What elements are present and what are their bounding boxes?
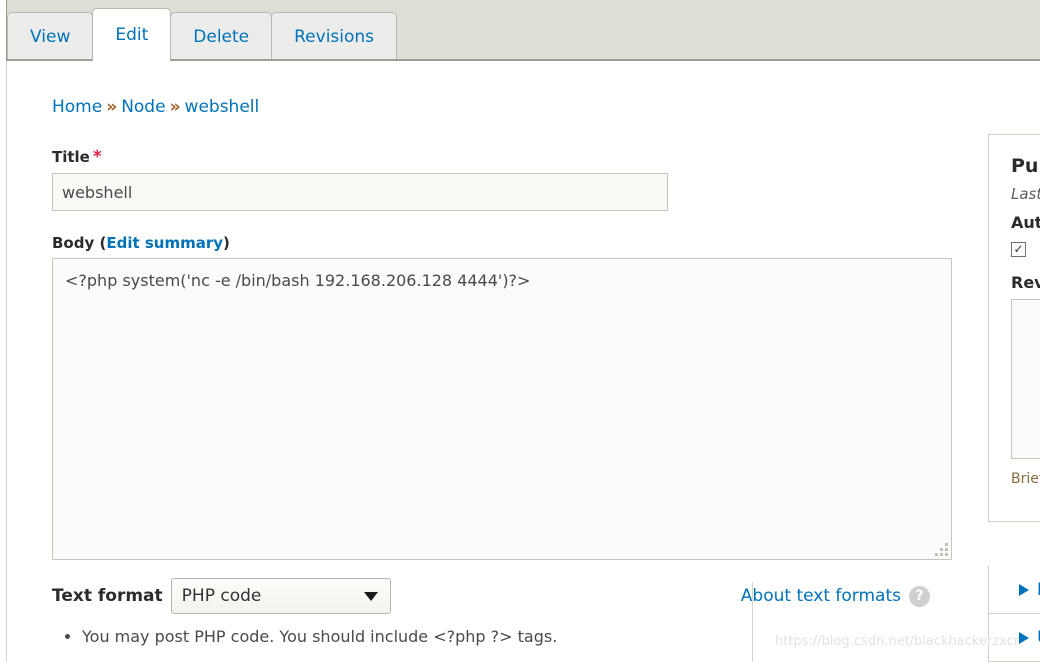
tab-revisions-label: Revisions — [294, 27, 375, 47]
tab-delete-label: Delete — [193, 27, 250, 47]
page-left-gutter — [0, 0, 7, 662]
page-left-gutter-top — [0, 0, 7, 61]
revision-log-textarea[interactable] — [1011, 298, 1040, 459]
node-edit-form: Title* Body (Edit summary) — [52, 147, 960, 648]
tab-view[interactable]: View — [7, 12, 94, 61]
breadcrumb-item-node[interactable]: Node — [121, 97, 165, 117]
text-format-tips: You may post PHP code. You should includ… — [52, 626, 960, 648]
create-new-revision-checkbox[interactable]: ✓ — [1011, 241, 1026, 257]
about-text-formats-link[interactable]: About text formats — [741, 586, 901, 606]
breadcrumb-separator: » — [106, 97, 118, 117]
tab-delete[interactable]: Delete — [170, 12, 273, 61]
body-textarea-wrap — [52, 258, 952, 560]
body-field-label: Body (Edit summary) — [52, 234, 960, 252]
title-input[interactable] — [52, 173, 668, 211]
text-format-label: Text format — [52, 586, 163, 606]
body-textarea[interactable] — [52, 258, 952, 560]
sidebar-section-menu-settings[interactable]: Menu settings — [988, 566, 1040, 614]
chevron-down-icon — [363, 591, 378, 601]
help-icon[interactable]: ? — [909, 585, 930, 607]
last-saved-text: Last saved: — [1011, 185, 1040, 203]
tab-edit[interactable]: Edit — [92, 8, 172, 61]
text-format-select[interactable]: PHP code — [170, 578, 391, 614]
about-text-formats-group: About text formats ? — [741, 585, 930, 607]
text-format-row: Text format PHP code About text formats … — [52, 578, 952, 614]
triangle-right-icon — [1019, 583, 1029, 596]
title-label-text: Title — [52, 148, 90, 166]
breadcrumb-separator: » — [169, 97, 181, 117]
revision-log-heading: Revision log message — [1011, 272, 1040, 292]
text-format-divider — [752, 582, 753, 662]
page-root: View Edit Delete Revisions Home» Node» web… — [0, 0, 1040, 662]
edit-summary-link[interactable]: Edit summary — [106, 234, 223, 252]
breadcrumb-item-home[interactable]: Home — [52, 97, 102, 117]
published-status-heading: Published — [1011, 155, 1040, 177]
node-meta-sidebar: Published Last saved: Author ✓ Revision … — [988, 134, 1040, 522]
title-field-label: Title * — [52, 147, 960, 167]
body-label-text: Body ( — [52, 234, 107, 252]
sidebar-section-url-path-settings[interactable]: URL path settings — [988, 614, 1040, 662]
tab-edit-label: Edit — [115, 25, 149, 45]
triangle-right-icon — [1019, 631, 1029, 644]
tab-bar: View Edit Delete Revisions — [7, 0, 1040, 61]
tab-view-label: View — [30, 27, 71, 47]
main-content: Home»Node»webshell Title* Body (Edit sum… — [8, 61, 983, 662]
required-marker-icon: * — [92, 147, 102, 167]
body-label-suffix: ) — [223, 234, 230, 252]
primary-tabs: View Edit Delete Revisions — [7, 8, 398, 61]
tab-revisions[interactable]: Revisions — [271, 12, 398, 61]
body-field-group: Body (Edit summary) — [52, 234, 960, 560]
list-item: You may post PHP code. You should includ… — [82, 626, 960, 648]
breadcrumb-item-current[interactable]: webshell — [185, 97, 260, 117]
author-heading: Author — [1011, 213, 1040, 232]
revision-log-hint: Briefly describe the changes you have ma… — [1011, 470, 1040, 487]
breadcrumb: Home» Node» webshell — [52, 97, 259, 117]
text-format-selected-value: PHP code — [181, 586, 262, 606]
